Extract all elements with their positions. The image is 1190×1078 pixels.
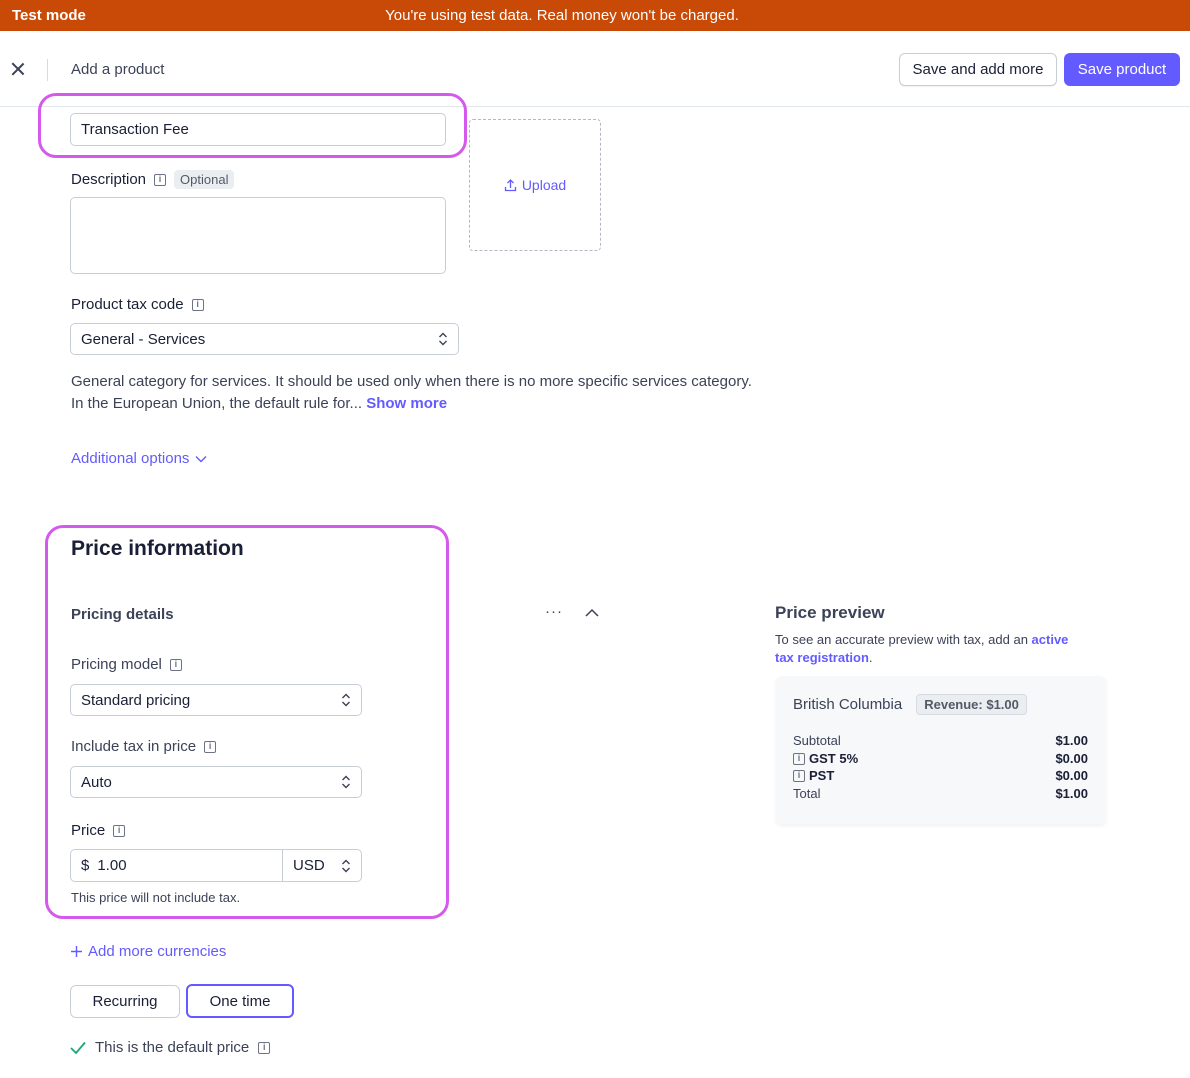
pricing-model-label: Pricing model [71,656,162,673]
include-tax-label-row: Include tax in price i [71,738,217,755]
tax-code-help: General category for services. It should… [71,371,752,415]
chevron-up-icon[interactable] [585,608,599,617]
price-label-row: Price i [71,822,126,839]
check-icon [70,1041,86,1054]
gst-label: GST 5% [809,751,859,766]
price-label: Price [71,822,106,839]
page-header: Add a product Save and add more Save pro… [0,31,1190,107]
total-row: Total $1.00 [793,786,1088,801]
default-price-label: This is the default price [95,1039,250,1056]
include-tax-value: Auto [81,773,112,791]
pricing-details-title: Pricing details [71,606,174,623]
product-name-value: Transaction Fee [81,121,189,138]
include-tax-select[interactable]: Auto [70,766,362,798]
description-label: Description [71,171,147,188]
price-preview-card: British Columbia Revenue: $1.00 Subtotal… [776,676,1106,824]
tax-help-line-1: General category for services. It should… [71,373,752,390]
chevron-down-icon [195,455,207,462]
tax-help-line-2: In the European Union, the default rule … [71,395,448,412]
test-mode-banner: Test mode You're using test data. Real m… [0,0,1190,31]
region-label: British Columbia [793,696,903,713]
recurring-button[interactable]: Recurring [70,985,180,1018]
header-divider [47,59,48,81]
info-icon[interactable]: i [113,824,126,837]
pricing-model-select[interactable]: Standard pricing [70,684,362,716]
pricing-model-label-row: Pricing model i [71,656,182,673]
upload-icon [504,178,516,191]
currency-symbol: $ [81,857,90,874]
image-upload-area[interactable]: Upload [469,119,601,251]
include-tax-label: Include tax in price [71,738,197,755]
description-textarea[interactable] [70,197,446,274]
gst-row: i GST 5% $0.00 [793,751,1088,766]
page-title: Add a product [71,61,165,78]
add-currencies-label: Add more currencies [88,943,227,960]
total-label: Total [793,786,821,801]
add-currencies-link[interactable]: Add more currencies [70,943,226,960]
tax-code-label: Product tax code [71,296,184,313]
pst-label: PST [809,768,835,783]
price-amount-input[interactable]: $ 1.00 [70,849,284,882]
tax-code-value: General - Services [81,330,206,348]
chevron-updown-icon [342,775,350,789]
currency-value: USD [293,857,325,874]
gst-value: $0.00 [1055,751,1088,766]
one-time-button[interactable]: One time [186,984,294,1018]
default-price-note: This is the default price i [70,1039,271,1056]
show-more-link[interactable]: Show more [366,395,447,412]
subtotal-label: Subtotal [793,733,841,748]
price-preview-title: Price preview [775,603,885,622]
revenue-badge: Revenue: $1.00 [916,694,1027,715]
info-icon[interactable]: i [204,740,217,753]
plus-icon [71,946,82,957]
chevron-updown-icon [342,693,350,707]
tax-registration-link[interactable]: tax registration [775,650,869,665]
info-icon[interactable]: i [793,769,805,782]
description-label-row: Description i Optional [71,170,235,189]
region-row: British Columbia Revenue: $1.00 [793,694,1027,715]
tax-note: This price will not include tax. [71,890,241,905]
price-section-title: Price information [71,537,244,560]
optional-badge: Optional [174,170,235,189]
pricing-model-value: Standard pricing [81,691,191,709]
total-value: $1.00 [1055,786,1088,801]
tax-code-select[interactable]: General - Services [70,323,459,355]
save-and-add-more-button[interactable]: Save and add more [899,53,1057,86]
save-product-button[interactable]: Save product [1064,53,1180,86]
upload-label: Upload [521,177,567,193]
info-icon[interactable]: i [154,173,167,186]
price-preview-description: To see an accurate preview with tax, add… [775,632,1069,665]
info-icon[interactable]: i [191,298,204,311]
close-icon[interactable] [8,59,28,79]
pst-row: i PST $0.00 [793,768,1088,783]
product-name-input[interactable]: Transaction Fee [70,113,446,146]
additional-options-toggle[interactable]: Additional options [71,450,207,467]
preview-desc-text: To see an accurate preview with tax, add… [775,632,1032,647]
info-icon[interactable]: i [258,1041,271,1054]
chevron-updown-icon [342,859,350,872]
active-link[interactable]: active [1032,632,1069,647]
info-icon[interactable]: i [793,752,805,765]
currency-select[interactable]: USD [282,849,362,882]
price-amount-value: 1.00 [97,857,127,874]
chevron-updown-icon [439,332,447,346]
tax-code-label-row: Product tax code i [71,296,204,313]
subtotal-value: $1.00 [1055,733,1088,748]
test-mode-message: You're using test data. Real money won't… [385,7,739,24]
subtotal-row: Subtotal $1.00 [793,733,1088,748]
info-icon[interactable]: i [169,658,182,671]
additional-options-label: Additional options [71,450,190,467]
more-options-icon[interactable]: ··· [545,603,563,620]
pst-value: $0.00 [1055,768,1088,783]
